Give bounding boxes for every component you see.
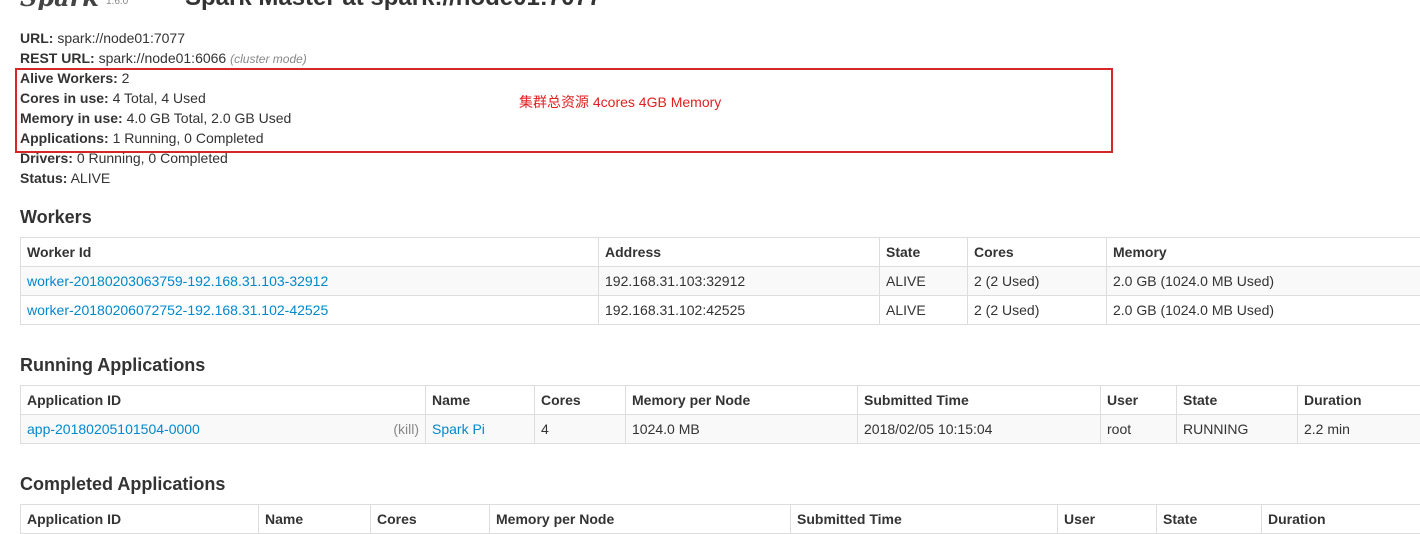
completed-header-row: Application ID Name Cores Memory per Nod… xyxy=(20,504,1420,534)
workers-heading: Workers xyxy=(20,207,92,227)
spark-version: 1.6.0 xyxy=(106,0,129,7)
app-state: RUNNING xyxy=(1176,414,1298,444)
col-cores[interactable]: Cores xyxy=(370,504,490,534)
col-name[interactable]: Name xyxy=(258,504,371,534)
worker-state: ALIVE xyxy=(879,266,968,296)
worker-memory: 2.0 GB (1024.0 MB Used) xyxy=(1106,295,1420,325)
col-cores[interactable]: Cores xyxy=(534,385,626,415)
col-state[interactable]: State xyxy=(1156,504,1262,534)
worker-state: ALIVE xyxy=(879,295,968,325)
col-duration[interactable]: Duration xyxy=(1261,504,1420,534)
summary-applications: Applications: 1 Running, 0 Completed xyxy=(20,130,264,146)
col-memory-per-node[interactable]: Memory per Node xyxy=(625,385,858,415)
col-memory[interactable]: Memory xyxy=(1106,237,1420,267)
table-row: worker-20180206072752-192.168.31.102-425… xyxy=(20,295,1420,325)
workers-header-row: Worker Id Address State Cores Memory xyxy=(20,237,1420,267)
annotation-text: 集群总资源 4cores 4GB Memory xyxy=(519,94,722,110)
worker-cores: 2 (2 Used) xyxy=(967,266,1107,296)
running-header-row: Application ID Name Cores Memory per Nod… xyxy=(20,385,1420,415)
col-name[interactable]: Name xyxy=(425,385,535,415)
table-row: app-20180205101504-0000 (kill) Spark Pi … xyxy=(20,414,1420,444)
app-duration: 2.2 min xyxy=(1297,414,1420,444)
worker-cores: 2 (2 Used) xyxy=(967,295,1107,325)
completed-apps-table: Application ID Name Cores Memory per Nod… xyxy=(20,504,1420,534)
col-duration[interactable]: Duration xyxy=(1297,385,1420,415)
col-user[interactable]: User xyxy=(1057,504,1157,534)
running-apps-heading: Running Applications xyxy=(20,355,206,375)
summary-alive-workers: Alive Workers: 2 xyxy=(20,70,130,86)
app-cores: 4 xyxy=(534,414,626,444)
col-worker-id[interactable]: Worker Id xyxy=(20,237,599,267)
col-address[interactable]: Address xyxy=(598,237,880,267)
summary-cores: Cores in use: 4 Total, 4 Used xyxy=(20,90,206,106)
page-title: Spark Master at spark://node01:7077 xyxy=(185,0,601,10)
worker-address: 192.168.31.102:42525 xyxy=(598,295,880,325)
col-state[interactable]: State xyxy=(879,237,968,267)
table-row: worker-20180203063759-192.168.31.103-329… xyxy=(20,266,1420,296)
col-state[interactable]: State xyxy=(1176,385,1298,415)
application-link[interactable]: app-20180205101504-0000 xyxy=(27,421,200,437)
col-submitted-time[interactable]: Submitted Time xyxy=(790,504,1058,534)
app-submitted-time: 2018/02/05 10:15:04 xyxy=(857,414,1101,444)
app-name-link[interactable]: Spark Pi xyxy=(432,421,485,437)
worker-memory: 2.0 GB (1024.0 MB Used) xyxy=(1106,266,1420,296)
workers-table: Worker Id Address State Cores Memory wor… xyxy=(20,237,1420,325)
summary-url: URL: spark://node01:7077 xyxy=(20,30,185,46)
worker-address: 192.168.31.103:32912 xyxy=(598,266,880,296)
col-cores[interactable]: Cores xyxy=(967,237,1107,267)
summary-drivers: Drivers: 0 Running, 0 Completed xyxy=(20,150,228,166)
summary-rest-url: REST URL: spark://node01:6066 (cluster m… xyxy=(20,50,307,66)
col-user[interactable]: User xyxy=(1100,385,1177,415)
worker-link[interactable]: worker-20180206072752-192.168.31.102-425… xyxy=(27,302,328,318)
spark-logo[interactable]: Spark xyxy=(20,0,99,10)
app-memory: 1024.0 MB xyxy=(625,414,858,444)
completed-apps-heading: Completed Applications xyxy=(20,474,226,494)
col-application-id[interactable]: Application ID xyxy=(20,504,259,534)
kill-link[interactable]: (kill) xyxy=(393,421,419,437)
col-submitted-time[interactable]: Submitted Time xyxy=(857,385,1101,415)
running-apps-table: Application ID Name Cores Memory per Nod… xyxy=(20,385,1420,444)
summary-memory: Memory in use: 4.0 GB Total, 2.0 GB Used xyxy=(20,110,292,126)
cluster-summary: URL: spark://node01:7077 REST URL: spark… xyxy=(20,28,307,188)
col-memory-per-node[interactable]: Memory per Node xyxy=(489,504,791,534)
worker-link[interactable]: worker-20180203063759-192.168.31.103-329… xyxy=(27,273,328,289)
summary-status: Status: ALIVE xyxy=(20,170,111,186)
app-user: root xyxy=(1100,414,1177,444)
page-header: Spark 1.6.0 Spark Master at spark://node… xyxy=(20,0,620,10)
col-application-id[interactable]: Application ID xyxy=(20,385,426,415)
